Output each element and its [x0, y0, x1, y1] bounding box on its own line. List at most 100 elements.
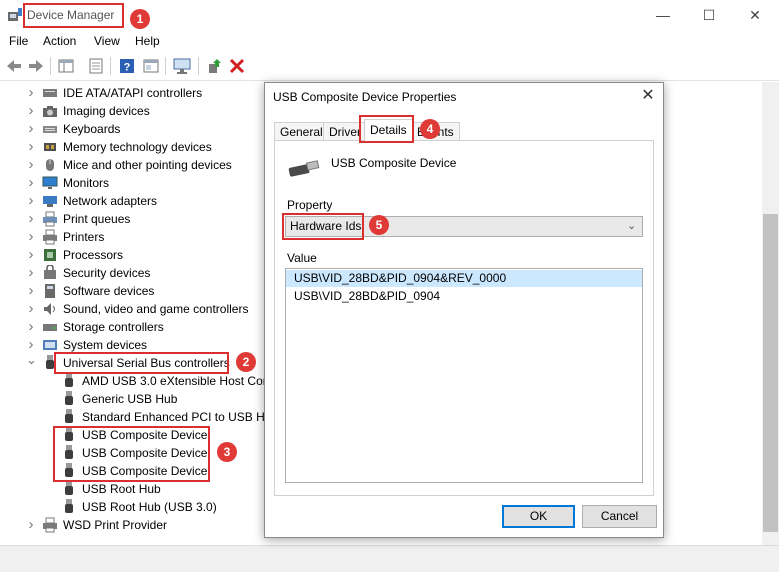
tree-item-label: Software devices [63, 284, 155, 298]
tree-item-label: Keyboards [63, 122, 121, 136]
chevron-right-icon[interactable]: › [26, 120, 36, 138]
print-provider-icon [42, 517, 58, 533]
network-icon [42, 193, 58, 209]
maximize-button[interactable]: ☐ [686, 0, 732, 30]
usb-plug-icon [61, 409, 77, 425]
chevron-right-icon[interactable]: › [26, 516, 36, 534]
highlight-window-title [23, 3, 124, 28]
storage-icon [42, 319, 58, 335]
status-bar [0, 545, 779, 572]
tree-item-label: Mice and other pointing devices [63, 158, 232, 172]
annotation-badge-5: 5 [369, 215, 389, 235]
tree-item-label: Generic USB Hub [82, 392, 178, 406]
camera-icon [42, 103, 58, 119]
mouse-icon [42, 157, 58, 173]
chevron-down-icon[interactable]: ⌄ [26, 353, 37, 372]
menu-view[interactable]: View [94, 33, 120, 49]
annotation-badge-4: 4 [420, 119, 440, 139]
device-name: USB Composite Device [331, 156, 457, 170]
tree-item-label: USB Root Hub [82, 482, 161, 496]
dialog-title: USB Composite Device Properties [273, 90, 457, 104]
tree-item-label: Processors [63, 248, 124, 262]
menu-file[interactable]: File [9, 33, 28, 49]
usb-plug-icon [61, 391, 77, 407]
tree-item-label: Imaging devices [63, 104, 150, 118]
chevron-right-icon[interactable]: › [26, 102, 36, 120]
usb-plug-icon [61, 499, 77, 515]
value-item[interactable]: USB\VID_28BD&PID_0904&REV_0000 [286, 270, 642, 287]
uninstall-x-icon[interactable] [227, 56, 247, 76]
properties-view-icon[interactable] [56, 56, 76, 76]
usb-device-icon [288, 160, 320, 177]
property-label: Property [287, 198, 333, 212]
close-button[interactable]: ✕ [732, 0, 778, 30]
keyboard-icon [42, 121, 58, 137]
tree-item-label: Network adapters [63, 194, 158, 208]
update-driver-icon[interactable] [204, 56, 224, 76]
usb-plug-icon [61, 481, 77, 497]
annotation-badge-1: 1 [130, 9, 150, 29]
chevron-right-icon[interactable]: › [26, 174, 36, 192]
tree-item-label: Monitors [63, 176, 110, 190]
value-item[interactable]: USB\VID_28BD&PID_0904 [286, 288, 642, 305]
tree-item-label: Print queues [63, 212, 131, 226]
chevron-right-icon[interactable]: › [26, 246, 36, 264]
ok-button[interactable]: OK [502, 505, 575, 528]
back-arrow-icon[interactable] [4, 56, 24, 76]
chevron-right-icon[interactable]: › [26, 300, 36, 318]
usb-plug-icon [61, 373, 77, 389]
chevron-right-icon[interactable]: › [26, 282, 36, 300]
toolbar-separator [50, 57, 51, 75]
monitor-icon [42, 175, 58, 191]
toolbar-separator [165, 57, 166, 75]
memory-icon [42, 139, 58, 155]
tree-item-label: IDE ATA/ATAPI controllers [63, 86, 203, 100]
document-icon[interactable] [86, 56, 106, 76]
tree-item-label: Printers [63, 230, 105, 244]
maximize-icon: ☐ [702, 7, 716, 23]
chevron-right-icon[interactable]: › [26, 156, 36, 174]
chevron-right-icon[interactable]: › [26, 264, 36, 282]
details-view-icon[interactable] [141, 56, 161, 76]
chevron-right-icon[interactable]: › [26, 228, 36, 246]
menu-action[interactable]: Action [43, 33, 76, 49]
tab-general[interactable]: General [274, 122, 329, 140]
chevron-right-icon[interactable]: › [26, 318, 36, 336]
minimize-button[interactable]: — [640, 0, 686, 30]
toolbar-separator [110, 57, 111, 75]
printer-icon [42, 229, 58, 245]
tree-item-label: Memory technology devices [63, 140, 212, 154]
minimize-icon: — [656, 7, 670, 23]
processor-icon [42, 247, 58, 263]
highlight-usb-composite-devices [53, 426, 210, 482]
forward-arrow-icon[interactable] [26, 56, 46, 76]
help-icon[interactable]: ? [117, 56, 137, 76]
close-icon: ✕ [749, 7, 761, 23]
annotation-badge-3: 3 [217, 442, 237, 462]
chevron-right-icon[interactable]: › [26, 192, 36, 210]
highlight-details-tab [359, 115, 414, 143]
sound-icon [42, 301, 58, 317]
tree-item-label: Storage controllers [63, 320, 164, 334]
toolbar-separator [198, 57, 199, 75]
tree-item-label: Sound, video and game controllers [63, 302, 249, 316]
tree-item-label: WSD Print Provider [63, 518, 168, 532]
scan-hardware-icon[interactable] [172, 56, 192, 76]
cancel-button[interactable]: Cancel [582, 505, 657, 528]
chevron-down-icon: ⌄ [627, 220, 637, 232]
highlight-usb-controllers [54, 352, 229, 374]
chevron-right-icon[interactable]: › [26, 210, 36, 228]
menu-help[interactable]: Help [135, 33, 160, 49]
svg-text:?: ? [124, 62, 131, 74]
ide-controller-icon [42, 85, 58, 101]
chevron-right-icon[interactable]: › [26, 84, 36, 102]
close-icon: ✕ [641, 87, 655, 104]
system-icon [42, 337, 58, 353]
vertical-scrollbar-thumb[interactable] [763, 214, 778, 532]
tree-item-label: USB Root Hub (USB 3.0) [82, 500, 217, 514]
chevron-right-icon[interactable]: › [26, 138, 36, 156]
print-queue-icon [42, 211, 58, 227]
dialog-close-button[interactable]: ✕ [638, 86, 658, 106]
value-label: Value [287, 251, 317, 265]
device-manager-icon [8, 8, 22, 21]
